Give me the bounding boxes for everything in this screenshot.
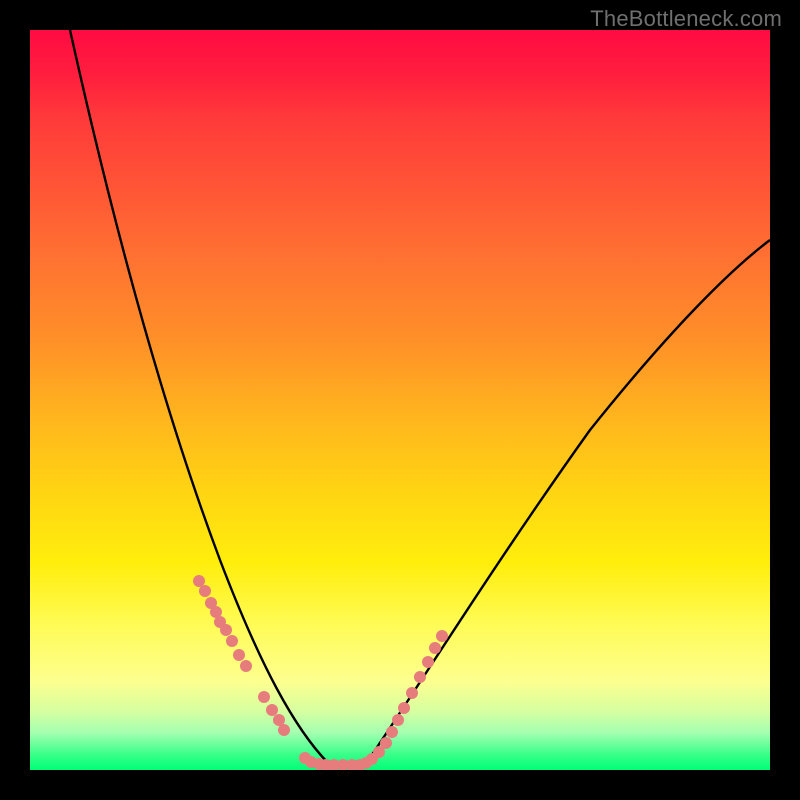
plot-area (30, 30, 770, 770)
right-dotted-segment (422, 630, 448, 668)
chart-svg (30, 30, 770, 770)
bottom-dotted-segment (299, 671, 426, 770)
left-dotted-segment (193, 575, 290, 736)
left-curve (70, 30, 330, 765)
right-curve (365, 240, 770, 765)
watermark-text: TheBottleneck.com (590, 6, 782, 32)
